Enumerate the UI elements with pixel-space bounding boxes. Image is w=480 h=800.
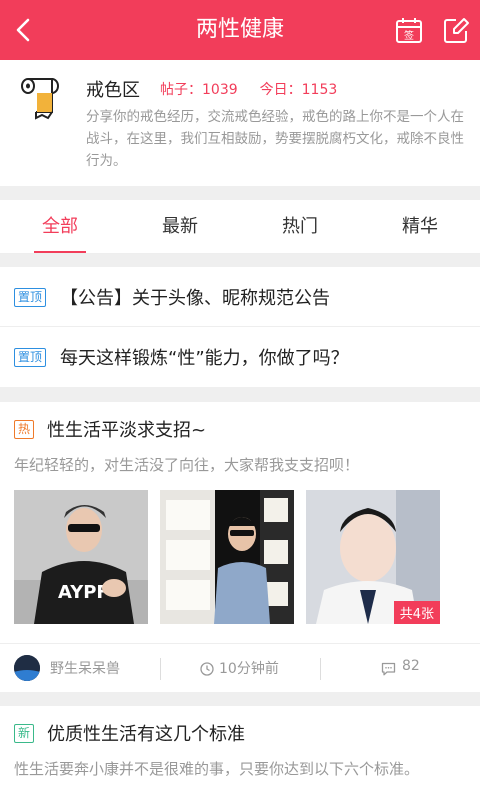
- calendar-badge-text: 签: [404, 29, 414, 42]
- pinned-badge: 置顶: [14, 288, 47, 307]
- forum-stats: 帖子：1039 今日：1153: [160, 79, 337, 99]
- hot-badge: 热: [14, 420, 35, 439]
- clock-icon: [200, 661, 214, 676]
- tab-latest[interactable]: 最新: [120, 200, 240, 254]
- tab-all[interactable]: 全部: [0, 200, 120, 254]
- avatar[interactable]: [14, 655, 40, 681]
- post-summary: 性生活要奔小康并不是很难的事，只要你达到以下六个标准。: [14, 760, 420, 778]
- post-count: 帖子：1039: [160, 82, 238, 98]
- active-tab-indicator: [34, 251, 86, 253]
- pinned-post-item[interactable]: 置顶 每天这样锻炼“性”能力，你做了吗？: [0, 327, 480, 387]
- post-image[interactable]: [160, 490, 294, 624]
- pinned-post-title: 【公告】关于头像、昵称规范公告: [60, 288, 330, 309]
- post-title: 性生活平淡求支招~: [47, 420, 207, 441]
- comment-count: 82: [402, 658, 420, 674]
- post-image[interactable]: AYPF: [14, 490, 148, 624]
- post-image[interactable]: 共4张: [306, 490, 440, 624]
- tissue-roll-icon: [20, 76, 60, 120]
- post-meta: 野生呆呆兽 10分钟前 82: [0, 643, 480, 692]
- tab-hot[interactable]: 热门: [240, 200, 360, 254]
- today-count: 今日：1153: [259, 82, 338, 98]
- svg-text:AYPF: AYPF: [58, 582, 109, 603]
- divider: [160, 658, 161, 680]
- tab-featured[interactable]: 精华: [360, 200, 480, 254]
- comment-icon[interactable]: [381, 661, 396, 676]
- pinned-post-title: 每天这样锻炼“性”能力，你做了吗？: [60, 348, 349, 369]
- new-badge: 新: [14, 724, 35, 743]
- top-bar: 两性健康 签: [0, 0, 480, 60]
- post-summary: 年纪轻轻的，对生活没了向往，大家帮我支支招呗！: [14, 456, 360, 474]
- forum-name: 戒色区: [86, 80, 140, 101]
- forum-description: 分享你的戒色经历，交流戒色经验，戒色的路上你不是一个人在战斗，在这里，我们互相鼓…: [86, 109, 464, 169]
- post-title: 优质性生活有这几个标准: [47, 724, 245, 745]
- check-in-button[interactable]: 签: [395, 16, 423, 44]
- calendar-icon: 签: [396, 18, 422, 43]
- author-name[interactable]: 野生呆呆兽: [50, 658, 120, 678]
- pinned-badge: 置顶: [14, 348, 47, 367]
- new-post-button[interactable]: [442, 16, 470, 44]
- filter-tabs: 全部 最新 热门 精华: [0, 200, 480, 254]
- edit-icon: [444, 18, 469, 43]
- post-time: 10分钟前: [219, 661, 279, 677]
- post-card[interactable]: 热 性生活平淡求支招~ 年纪轻轻的，对生活没了向往，大家帮我支支招呗！ AYPF: [0, 402, 480, 692]
- forum-header: 戒色区 帖子：1039 今日：1153 分享你的戒色经历，交流戒色经验，戒色的路上…: [0, 60, 480, 186]
- image-count-tag: 共4张: [393, 601, 440, 624]
- pinned-post-item[interactable]: 置顶 【公告】关于头像、昵称规范公告: [0, 267, 480, 327]
- divider: [320, 658, 321, 680]
- post-card[interactable]: 新 优质性生活有这几个标准 性生活要奔小康并不是很难的事，只要你达到以下六个标准…: [0, 706, 480, 800]
